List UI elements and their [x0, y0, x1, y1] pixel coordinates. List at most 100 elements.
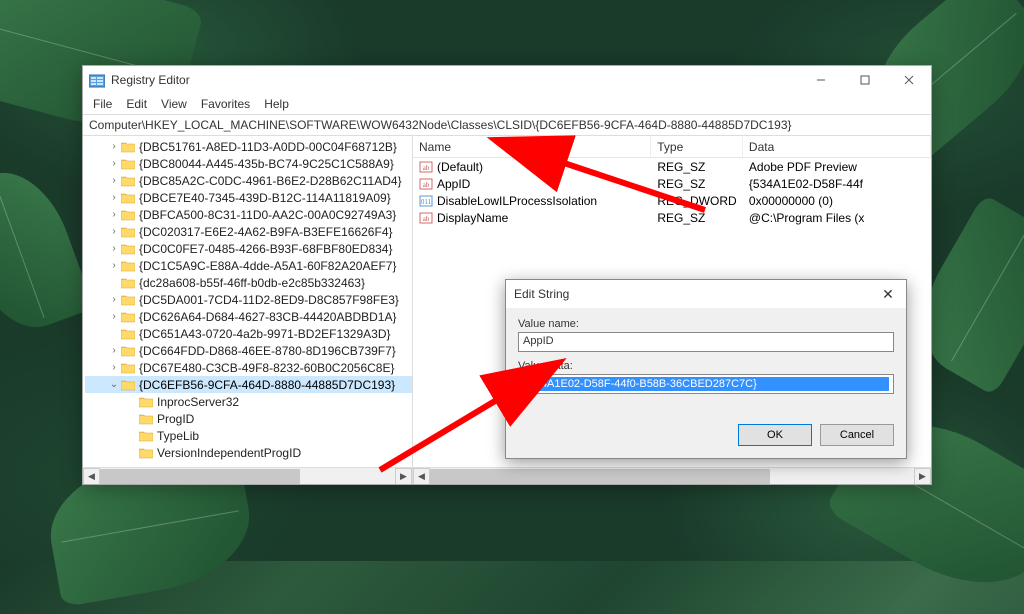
value-name-label: Value name: [518, 318, 894, 330]
tree-item[interactable]: › {DC0C0FE7-0485-4266-B93F-68FBF80ED834} [85, 240, 413, 257]
tree-item-label: {DC020317-E6E2-4A62-B9FA-B3EFE16626F4} [139, 225, 393, 239]
list-item[interactable]: 011 DisableLowILProcessIsolation REG_DWORD… [413, 192, 931, 209]
address-text: Computer\HKEY_LOCAL_MACHINE\SOFTWARE\WOW… [89, 118, 792, 132]
tree-item-label: {DBFCA500-8C31-11D0-AA2C-00A0C92749A3} [139, 208, 396, 222]
tree-item[interactable]: › {DBC51761-A8ED-11D3-A0DD-00C04F68712B} [85, 138, 413, 155]
maximize-button[interactable] [843, 66, 887, 94]
ok-button[interactable]: OK [738, 424, 812, 446]
svg-text:ab: ab [423, 215, 430, 223]
expander-icon[interactable]: › [107, 294, 121, 305]
cancel-button[interactable]: Cancel [820, 424, 894, 446]
tree-item[interactable]: {dc28a608-b55f-46ff-b0db-e2c85b332463} [85, 274, 413, 291]
value-data: {534A1E02-D58F-44f [743, 177, 931, 191]
tree-item-label: {DC1C5A9C-E88A-4dde-A5A1-60F82A20AEF7} [139, 259, 396, 273]
minimize-button[interactable] [799, 66, 843, 94]
list-scroll-thumb[interactable] [430, 469, 770, 484]
expander-icon[interactable]: ⌄ [107, 379, 121, 390]
col-data[interactable]: Data [743, 136, 931, 157]
tree-item[interactable]: ProgID [85, 410, 413, 427]
value-data-label: Value data: [518, 360, 894, 372]
close-button[interactable] [887, 66, 931, 94]
value-name: (Default) [437, 160, 483, 174]
tree-item[interactable]: › {DC5DA001-7CD4-11D2-8ED9-D8C857F98FE3} [85, 291, 413, 308]
value-type: REG_SZ [651, 177, 743, 191]
tree-item[interactable]: › {DC626A64-D684-4627-83CB-44420ABDBD1A} [85, 308, 413, 325]
value-data: Adobe PDF Preview [743, 160, 931, 174]
value-data: 0x00000000 (0) [743, 194, 931, 208]
column-headers[interactable]: Name Type Data [413, 136, 931, 158]
tree-item[interactable]: › {DBC85A2C-C0DC-4961-B6E2-D28B62C11AD4} [85, 172, 413, 189]
value-name-field: AppID [518, 332, 894, 352]
value-data: @C:\Program Files (x [743, 211, 931, 225]
tree-item[interactable]: › {DBFCA500-8C31-11D0-AA2C-00A0C92749A3} [85, 206, 413, 223]
address-bar[interactable]: Computer\HKEY_LOCAL_MACHINE\SOFTWARE\WOW… [83, 114, 931, 136]
value-type: REG_DWORD [651, 194, 743, 208]
list-item[interactable]: ab AppID REG_SZ{534A1E02-D58F-44f [413, 175, 931, 192]
menu-help[interactable]: Help [258, 97, 295, 111]
window-title: Registry Editor [111, 73, 799, 87]
expander-icon[interactable]: › [107, 311, 121, 322]
expander-icon[interactable]: › [107, 226, 121, 237]
title-bar[interactable]: Registry Editor [83, 66, 931, 94]
expander-icon[interactable]: › [107, 243, 121, 254]
col-type[interactable]: Type [651, 136, 743, 157]
menu-view[interactable]: View [155, 97, 193, 111]
tree-item-label: {DBC80044-A445-435b-BC74-9C25C1C588A9} [139, 157, 394, 171]
list-scroll-right[interactable]: ▶ [914, 468, 931, 484]
tree-scroll-left[interactable]: ◀ [83, 468, 100, 484]
dialog-close-button[interactable]: ✕ [878, 284, 898, 304]
tree-item[interactable]: › {DC020317-E6E2-4A62-B9FA-B3EFE16626F4} [85, 223, 413, 240]
value-data-field-container [518, 374, 894, 394]
tree-item-label: InprocServer32 [157, 395, 239, 409]
svg-text:011: 011 [421, 198, 432, 206]
tree-scroll-thumb[interactable] [100, 469, 300, 484]
menu-favorites[interactable]: Favorites [195, 97, 256, 111]
tree-item-label: {DBC51761-A8ED-11D3-A0DD-00C04F68712B} [139, 140, 397, 154]
expander-icon[interactable]: › [107, 362, 121, 373]
tree-item-label: {DBC85A2C-C0DC-4961-B6E2-D28B62C11AD4} [139, 174, 402, 188]
expander-icon[interactable]: › [107, 345, 121, 356]
tree-item-label: {DC664FDD-D868-46EE-8780-8D196CB739F7} [139, 344, 396, 358]
tree-item-label: ProgID [157, 412, 194, 426]
tree-item[interactable]: › {DC67E480-C3CB-49F8-8232-60B0C2056C8E} [85, 359, 413, 376]
tree-item[interactable]: ›{DBCE7E40-7345-439D-B12C-114A11819A09} [85, 189, 413, 206]
tree-item-label: {dc28a608-b55f-46ff-b0db-e2c85b332463} [139, 276, 365, 290]
dialog-title-bar[interactable]: Edit String ✕ [506, 280, 906, 308]
col-name[interactable]: Name [413, 136, 651, 157]
list-item[interactable]: abDisplayNameREG_SZ@C:\Program Files (x [413, 209, 931, 226]
expander-icon[interactable]: › [107, 192, 121, 203]
tree-item[interactable]: InprocServer32 [85, 393, 413, 410]
expander-icon[interactable]: › [107, 141, 121, 152]
menu-file[interactable]: File [87, 97, 118, 111]
regedit-icon [89, 72, 105, 88]
list-item[interactable]: ab(Default)REG_SZAdobe PDF Preview [413, 158, 931, 175]
value-data-input[interactable] [523, 377, 889, 391]
value-name: DisableLowILProcessIsolation [437, 194, 597, 208]
tree-item[interactable]: › {DC1C5A9C-E88A-4dde-A5A1-60F82A20AEF7} [85, 257, 413, 274]
tree-scroll-right[interactable]: ▶ [395, 468, 412, 484]
expander-icon[interactable]: › [107, 209, 121, 220]
value-name: AppID [437, 177, 470, 191]
menu-edit[interactable]: Edit [120, 97, 153, 111]
value-name: DisplayName [437, 211, 508, 225]
edit-string-dialog: Edit String ✕ Value name: AppID Value da… [505, 279, 907, 459]
expander-icon[interactable]: › [107, 158, 121, 169]
svg-text:ab: ab [423, 181, 430, 189]
tree-item[interactable]: › {DC664FDD-D868-46EE-8780-8D196CB739F7} [85, 342, 413, 359]
expander-icon[interactable]: › [107, 260, 121, 271]
tree-item-label: {DC5DA001-7CD4-11D2-8ED9-D8C857F98FE3} [139, 293, 399, 307]
svg-text:ab: ab [423, 164, 430, 172]
tree-item-label: {DC6EFB56-9CFA-464D-8880-44885D7DC193} [139, 378, 395, 392]
tree-item[interactable]: {DC651A43-0720-4a2b-9971-BD2EF1329A3D} [85, 325, 413, 342]
list-scroll-left[interactable]: ◀ [413, 468, 430, 484]
tree-item[interactable]: ⌄ {DC6EFB56-9CFA-464D-8880-44885D7DC193} [85, 376, 413, 393]
tree-item-label: {DC0C0FE7-0485-4266-B93F-68FBF80ED834} [139, 242, 392, 256]
tree-item-label: {DC626A64-D684-4627-83CB-44420ABDBD1A} [139, 310, 397, 324]
expander-icon[interactable]: › [107, 175, 121, 186]
tree-item[interactable]: TypeLib [85, 427, 413, 444]
tree-item[interactable]: VersionIndependentProgID [85, 444, 413, 461]
tree-item[interactable]: › {DBC80044-A445-435b-BC74-9C25C1C588A9} [85, 155, 413, 172]
tree-pane[interactable]: ›{DBC51761-A8ED-11D3-A0DD-00C04F68712B}›… [83, 136, 413, 484]
tree-item-label: {DC67E480-C3CB-49F8-8232-60B0C2056C8E} [139, 361, 395, 375]
tree-item-label: {DC651A43-0720-4a2b-9971-BD2EF1329A3D} [139, 327, 391, 341]
